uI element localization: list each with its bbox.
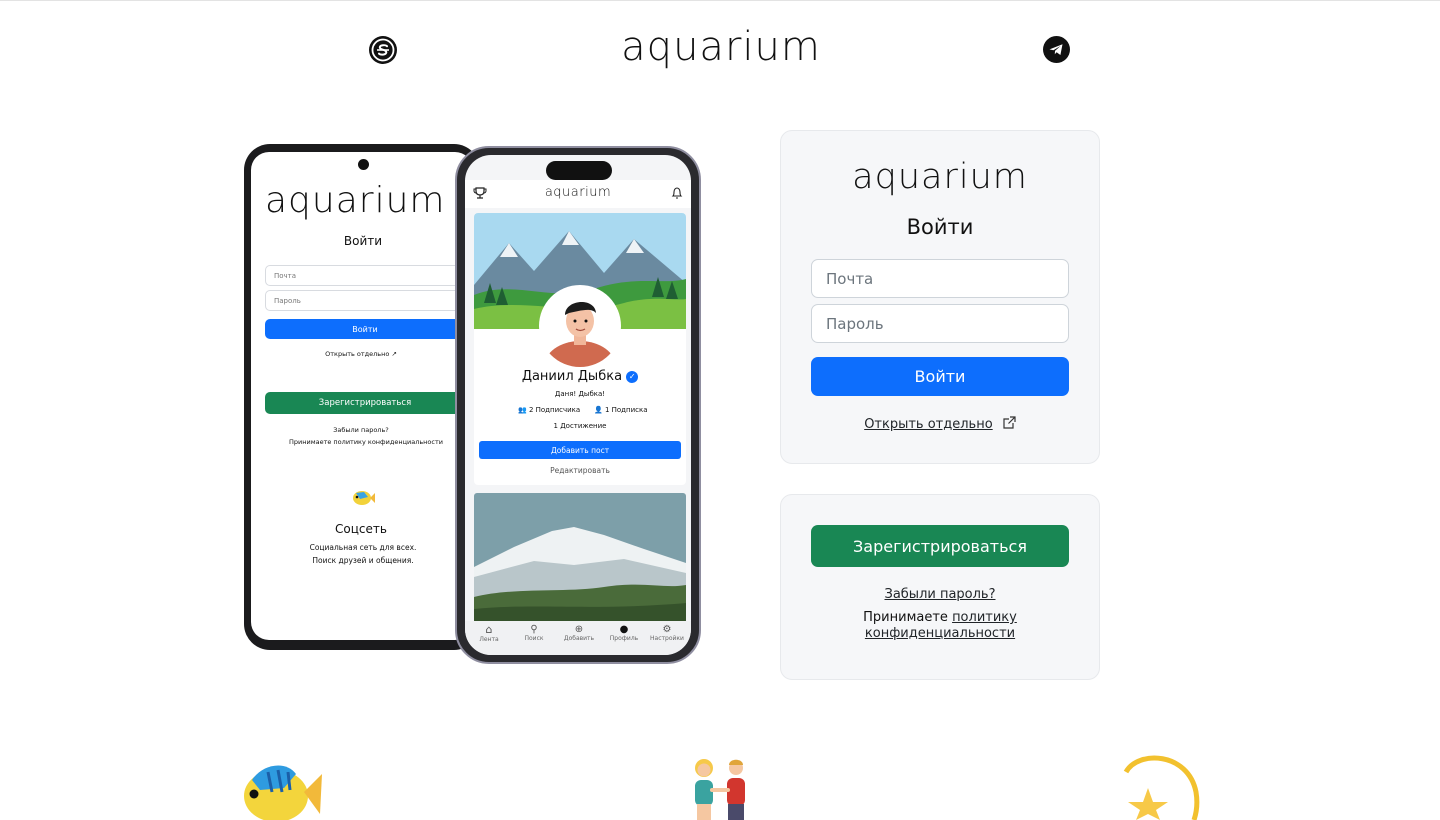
tab-profile-label: Профиль xyxy=(609,635,639,642)
edit-profile-button[interactable]: Редактировать xyxy=(474,466,686,475)
feature-line-2: Поиск друзей и общения. xyxy=(312,556,414,565)
password-input[interactable]: Пароль xyxy=(811,304,1069,343)
iphone-mockup: aquarium Даниил Дыбка ✓ Даня! Дыбка! 👥 2… xyxy=(455,146,701,664)
avatar[interactable] xyxy=(539,285,621,367)
achievements-count[interactable]: 1 Достижение xyxy=(474,422,686,430)
plus-circle-icon: ⊕ xyxy=(574,624,584,635)
front-camera xyxy=(358,159,369,170)
trophy-icon[interactable] xyxy=(473,185,487,204)
external-link-icon: ↗ xyxy=(391,350,397,358)
fish-icon xyxy=(351,487,375,513)
open-separately-link[interactable]: Открыть отдельно ↗ xyxy=(311,350,411,358)
following-count: 1 Подписка xyxy=(604,406,648,414)
currency-s-icon[interactable] xyxy=(369,36,397,64)
email-input[interactable]: Почта xyxy=(811,259,1069,298)
email-field[interactable]: Почта xyxy=(265,265,465,286)
verified-badge-icon: ✓ xyxy=(626,370,639,383)
login-button[interactable]: Войти xyxy=(265,319,465,339)
person-icon: 👤 xyxy=(594,406,603,414)
tab-profile[interactable]: ● Профиль xyxy=(604,621,644,642)
android-phone-mockup: aquarium Войти Почта Пароль Войти Открыт… xyxy=(244,144,480,650)
iphone-screen: aquarium Даниил Дыбка ✓ Даня! Дыбка! 👥 2… xyxy=(465,155,691,655)
profile-name-row: Даниил Дыбка ✓ xyxy=(474,369,686,384)
dizzy-star-icon xyxy=(1118,752,1202,820)
register-button[interactable]: Зарегистрироваться xyxy=(811,525,1069,567)
profile-name: Даниил Дыбка xyxy=(521,369,623,384)
forgot-password-link[interactable]: Забыли пароль? xyxy=(781,587,1099,602)
top-bar: aquarium xyxy=(465,180,691,208)
privacy-policy-line-1: Принимаете политику xyxy=(781,610,1099,625)
android-screen: aquarium Войти Почта Пароль Войти Открыт… xyxy=(251,152,473,640)
app-logo: aquarium xyxy=(265,180,446,221)
tab-add-label: Добавить xyxy=(563,635,595,642)
external-link-icon xyxy=(1003,416,1016,433)
followers-stat[interactable]: 👥 2 Подписчика xyxy=(518,406,580,414)
gear-icon: ⚙ xyxy=(662,624,672,635)
feature-title: Соцсеть xyxy=(335,522,387,536)
privacy-policy-link-cont[interactable]: конфиденциальности xyxy=(865,626,1015,641)
register-card: Зарегистрироваться Забыли пароль? Приним… xyxy=(780,494,1100,680)
forgot-password-label: Забыли пароль? xyxy=(884,587,996,602)
tab-settings[interactable]: ⚙ Настройки xyxy=(647,621,687,642)
add-post-button[interactable]: Добавить пост xyxy=(479,441,681,459)
profile-icon: ● xyxy=(619,624,629,635)
privacy-policy-link[interactable]: политику xyxy=(952,610,1017,625)
tropical-fish-icon xyxy=(238,758,322,820)
privacy-policy-link[interactable]: Принимаете политику конфиденциальности xyxy=(261,438,471,446)
open-separately-link[interactable]: Открыть отдельно xyxy=(781,416,1099,433)
bell-icon[interactable] xyxy=(671,185,683,204)
login-button[interactable]: Войти xyxy=(811,357,1069,396)
tab-add[interactable]: ⊕ Добавить xyxy=(559,621,599,642)
login-title: Войти xyxy=(906,215,974,239)
top-divider xyxy=(0,0,1440,1)
login-card: aquarium Войти Почта Пароль Войти Открыт… xyxy=(780,130,1100,464)
policy-prefix: Принимаете xyxy=(863,610,948,625)
open-separately-label: Открыть отдельно xyxy=(864,417,993,432)
tab-feed-label: Лента xyxy=(479,636,499,643)
dynamic-island xyxy=(546,161,612,180)
site-logo[interactable]: aquarium xyxy=(618,24,824,70)
tab-feed[interactable]: ⌂ Лента xyxy=(469,621,509,643)
telegram-icon[interactable] xyxy=(1043,36,1070,63)
password-field[interactable]: Пароль xyxy=(265,290,465,311)
register-button[interactable]: Зарегистрироваться xyxy=(265,392,465,414)
tab-search-label: Поиск xyxy=(524,635,544,642)
card-logo: aquarium xyxy=(852,157,1028,197)
post-image[interactable] xyxy=(474,493,686,623)
app-logo: aquarium xyxy=(544,185,612,200)
privacy-policy-line-2: конфиденциальности xyxy=(781,626,1099,641)
profile-card: Даниил Дыбка ✓ Даня! Дыбка! 👥 2 Подписчи… xyxy=(474,213,686,485)
followers-count: 2 Подписчика xyxy=(528,406,581,414)
profile-status: Даня! Дыбка! xyxy=(554,390,606,398)
login-title: Войти xyxy=(343,234,383,248)
forgot-password-link[interactable]: Забыли пароль? xyxy=(291,426,431,434)
couple-holding-hands-icon xyxy=(684,756,756,820)
tab-search[interactable]: ⚲ Поиск xyxy=(514,621,554,642)
feature-line-1: Социальная сеть для всех. xyxy=(309,543,417,552)
following-stat[interactable]: 👤 1 Подписка xyxy=(594,406,648,414)
home-icon: ⌂ xyxy=(485,623,493,636)
bottom-tab-bar: ⌂ Лента ⚲ Поиск ⊕ Добавить ● Профиль ⚙ Н… xyxy=(465,621,691,655)
search-icon: ⚲ xyxy=(530,624,538,635)
people-icon: 👥 xyxy=(518,406,527,414)
open-separately-label: Открыть отдельно xyxy=(325,350,390,358)
tab-settings-label: Настройки xyxy=(650,635,684,642)
